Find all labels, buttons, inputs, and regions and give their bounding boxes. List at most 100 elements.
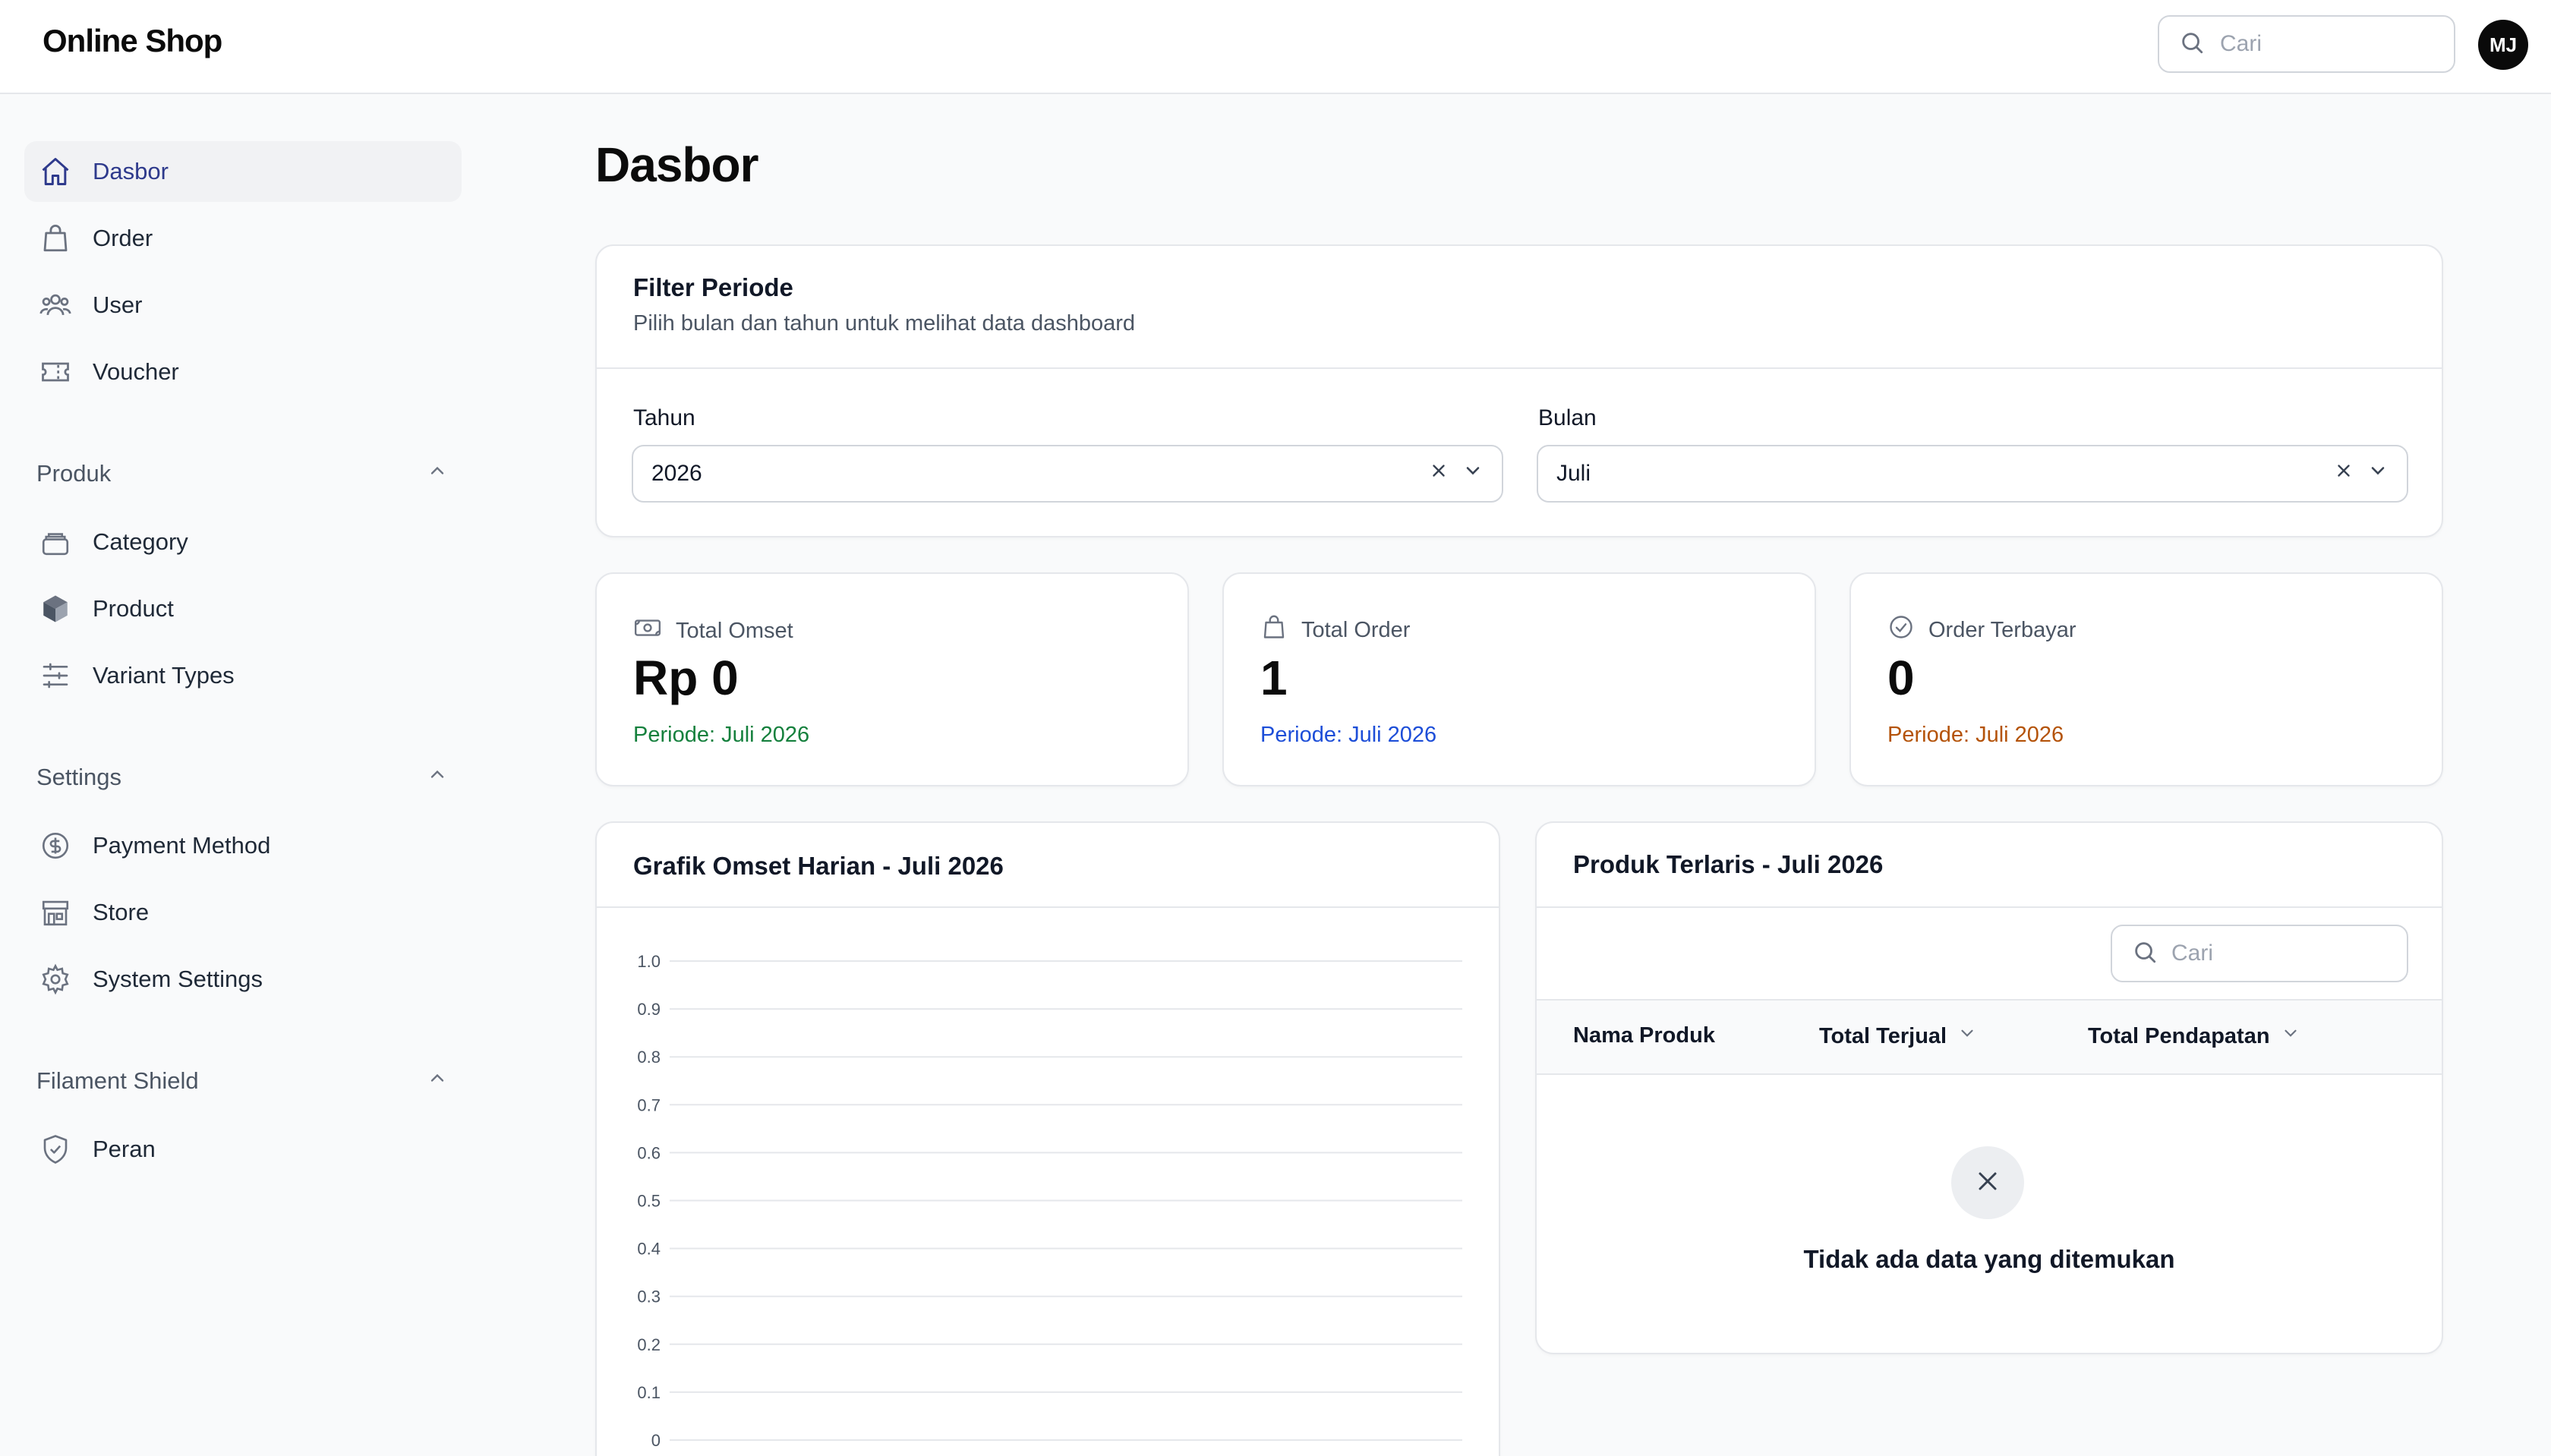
filter-header: Filter Periode Pilih bulan dan tahun unt… <box>633 273 1135 336</box>
clear-icon[interactable] <box>2334 461 2354 487</box>
avatar[interactable]: MJ <box>2478 20 2528 70</box>
stat-value: Rp 0 <box>633 651 739 705</box>
sidebar-item-store[interactable]: Store <box>24 882 462 943</box>
group-filament-shield[interactable]: Filament Shield <box>36 1058 462 1104</box>
y-tick-label: 0 <box>651 1431 661 1450</box>
y-tick-label: 0.7 <box>637 1095 661 1114</box>
year-value: 2026 <box>651 461 702 486</box>
sidebar-item-label: User <box>93 292 143 318</box>
sidebar-item-product[interactable]: Product <box>24 578 462 639</box>
shield-check-icon <box>38 1132 73 1167</box>
cog-icon <box>38 962 73 997</box>
stat-period: Periode: Juli 2026 <box>1260 723 1437 747</box>
search-placeholder: Cari <box>2220 31 2262 56</box>
sidebar-item-system-settings[interactable]: System Settings <box>24 949 462 1010</box>
sort-chevron-icon[interactable] <box>2281 1023 2300 1049</box>
y-tick-label: 0.5 <box>637 1192 661 1211</box>
sidebar-item-voucher[interactable]: Voucher <box>24 342 462 402</box>
shopping-bag-icon <box>38 221 73 256</box>
year-select[interactable]: 2026 <box>632 445 1503 503</box>
sidebar-item-label: Voucher <box>93 358 179 385</box>
y-tick-label: 0.6 <box>637 1143 661 1162</box>
sidebar-item-label: Variant Types <box>93 662 235 689</box>
sidebar-item-dasbor[interactable]: Dasbor <box>24 141 462 202</box>
sort-chevron-icon[interactable] <box>1957 1023 1977 1049</box>
stat-label: Total Omset <box>676 618 793 643</box>
column-total-terjual[interactable]: Total Terjual <box>1819 1023 1977 1049</box>
brand-logo[interactable]: Online Shop <box>43 23 222 59</box>
empty-state-text: Tidak ada data yang ditemukan <box>1803 1245 2175 1273</box>
group-produk[interactable]: Produk <box>36 451 462 496</box>
month-select[interactable]: Juli <box>1537 445 2408 503</box>
filter-title: Filter Periode <box>633 273 793 301</box>
sliders-icon <box>38 658 73 693</box>
stat-label-row: Total Omset <box>633 613 793 648</box>
chevron-up-icon[interactable] <box>427 764 448 791</box>
chevron-up-icon[interactable] <box>427 460 448 487</box>
sidebar-item-variant-types[interactable]: Variant Types <box>24 645 462 706</box>
dollar-circle-icon <box>38 828 73 863</box>
y-tick-label: 0.9 <box>637 1000 661 1019</box>
column-total-pendapatan[interactable]: Total Pendapatan <box>2088 1023 2300 1049</box>
top-products-card: Produk Terlaris - Juli 2026 Cari Nama Pr… <box>1535 821 2443 1354</box>
sidebar-item-label: Product <box>93 595 174 622</box>
users-icon <box>38 288 73 323</box>
stat-card-total-order: Total Order 1 Periode: Juli 2026 <box>1222 572 1816 786</box>
sidebar-item-user[interactable]: User <box>24 275 462 336</box>
global-search[interactable]: Cari <box>2158 15 2455 73</box>
chevron-down-icon[interactable] <box>2367 460 2389 487</box>
y-tick-label: 0.8 <box>637 1048 661 1067</box>
y-tick-label: 1.0 <box>637 952 661 971</box>
y-tick-label: 0.4 <box>637 1240 661 1259</box>
divider <box>1537 906 2442 908</box>
top-products-title: Produk Terlaris - Juli 2026 <box>1573 850 1884 878</box>
check-circle-icon <box>1887 613 1915 647</box>
y-tick-label: 0.2 <box>637 1335 661 1354</box>
filter-card: Filter Periode Pilih bulan dan tahun unt… <box>595 244 2443 537</box>
group-label: Produk <box>36 460 112 487</box>
sidebar-item-order[interactable]: Order <box>24 208 462 269</box>
home-icon <box>38 154 73 189</box>
column-nama-produk: Nama Produk <box>1573 1023 1715 1048</box>
stack-icon <box>38 525 73 559</box>
stat-label: Order Terbayar <box>1928 617 2076 642</box>
stat-label-row: Order Terbayar <box>1887 613 2076 647</box>
stat-label-row: Total Order <box>1260 613 1410 647</box>
stat-label: Total Order <box>1301 617 1411 642</box>
shopping-bag-icon <box>1260 613 1288 647</box>
chevron-down-icon[interactable] <box>1462 460 1484 487</box>
year-label: Tahun <box>633 405 695 430</box>
clear-icon[interactable] <box>1429 461 1449 487</box>
stat-card-total-omset: Total Omset Rp 0 Periode: Juli 2026 <box>595 572 1189 786</box>
sidebar-item-category[interactable]: Category <box>24 512 462 572</box>
chevron-up-icon[interactable] <box>427 1067 448 1095</box>
sidebar-item-label: System Settings <box>93 966 263 992</box>
page-title: Dasbor <box>595 137 758 192</box>
cube-icon <box>38 591 73 626</box>
y-tick-label: 0.1 <box>637 1383 661 1402</box>
column-label: Total Terjual <box>1819 1023 1947 1048</box>
month-value: Juli <box>1556 461 1591 486</box>
group-label: Filament Shield <box>36 1067 199 1094</box>
group-label: Settings <box>36 764 122 790</box>
stat-period: Periode: Juli 2026 <box>1887 723 2064 747</box>
month-label: Bulan <box>1538 405 1597 430</box>
ticket-icon <box>38 355 73 389</box>
sidebar-item-peran[interactable]: Peran <box>24 1119 462 1180</box>
chart-card: Grafik Omset Harian - Juli 2026 0 0.1 0.2 0… <box>595 821 1500 1456</box>
y-tick-label: 0.3 <box>637 1287 661 1306</box>
banknote-icon <box>633 613 662 648</box>
group-settings[interactable]: Settings <box>36 755 462 800</box>
close-icon <box>1972 1166 2003 1200</box>
search-icon <box>2179 30 2205 59</box>
sidebar-item-label: Category <box>93 528 188 555</box>
filter-subtitle: Pilih bulan dan tahun untuk melihat data… <box>633 311 1136 336</box>
table-search[interactable]: Cari <box>2111 925 2408 982</box>
column-label: Nama Produk <box>1573 1023 1715 1048</box>
sidebar-item-label: Dasbor <box>93 158 169 184</box>
sidebar-item-payment-method[interactable]: Payment Method <box>24 815 462 876</box>
search-icon <box>2132 939 2158 969</box>
empty-state-icon <box>1951 1146 2024 1219</box>
stat-card-order-terbayar: Order Terbayar 0 Periode: Juli 2026 <box>1849 572 2443 786</box>
sidebar-item-label: Peran <box>93 1136 156 1162</box>
